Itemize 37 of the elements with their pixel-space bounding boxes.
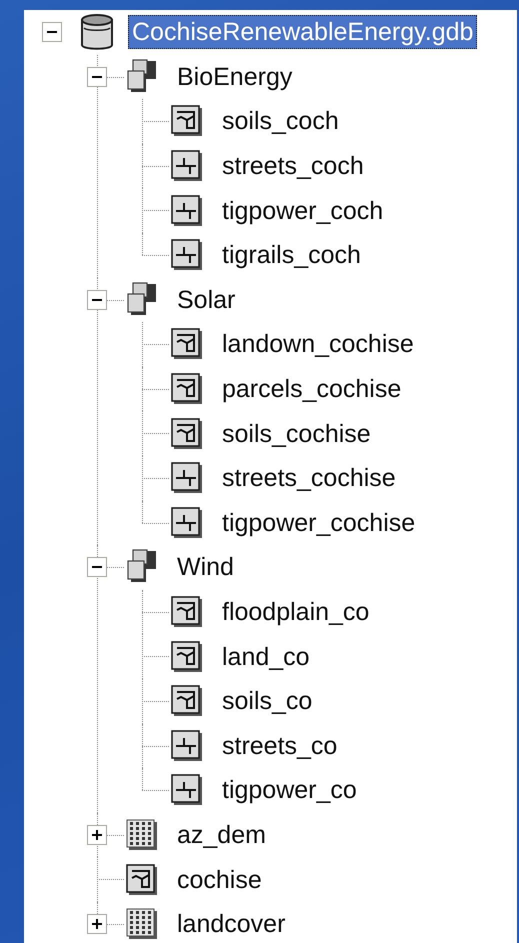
tree-item-label[interactable]: soils_coch [218,104,343,138]
line-layer-icon [169,504,205,541]
tree-item-label[interactable]: az_dem [173,818,270,852]
polygon-layer-icon [124,862,160,898]
tree-item-label[interactable]: CochiseRenewableEnergy.gdb [128,15,478,50]
tree-item-label[interactable]: parcels_cochise [218,372,406,406]
line-layer-icon [169,728,205,764]
line-layer-icon [169,192,205,229]
plus-icon [91,918,103,930]
plus-icon [91,828,103,841]
raster-grid-icon [124,816,160,853]
tree-item-label[interactable]: streets_coch [218,149,368,184]
polygon-layer-icon [169,416,205,452]
expand-toggle[interactable] [87,914,107,934]
tree-item-label[interactable]: tigpower_cochise [218,506,420,540]
polygon-layer-icon [169,638,205,675]
tree-item-label[interactable]: soils_cochise [218,416,375,451]
collapse-toggle[interactable] [42,22,62,42]
tree-item-label[interactable]: Solar [173,282,240,317]
tree-item-label[interactable]: land_co [218,640,314,674]
database-icon [79,12,115,52]
collapse-toggle[interactable] [87,557,107,578]
tree-item-label[interactable]: landcover [173,907,290,942]
tree-item-label[interactable]: landown_cochise [218,327,418,362]
tree-item-label[interactable]: soils_co [218,684,316,718]
collapse-toggle[interactable] [87,290,107,310]
tree-item-label[interactable]: cochise [173,862,266,897]
tree-item-label[interactable]: tigrails_coch [218,238,365,272]
tree-item-label[interactable]: tigpower_coch [218,194,388,228]
tree-item-label[interactable]: Wind [173,550,238,584]
tree-item-label[interactable]: floodplain_co [218,595,374,630]
collapse-toggle[interactable] [87,66,107,87]
expand-toggle[interactable] [87,824,107,845]
tree-item-label[interactable]: BioEnergy [173,60,296,94]
tree-item-label[interactable]: streets_cochise [218,461,400,496]
tree-item-label[interactable]: streets_co [218,728,342,763]
tree-item-label[interactable]: tigpower_co [218,773,361,808]
